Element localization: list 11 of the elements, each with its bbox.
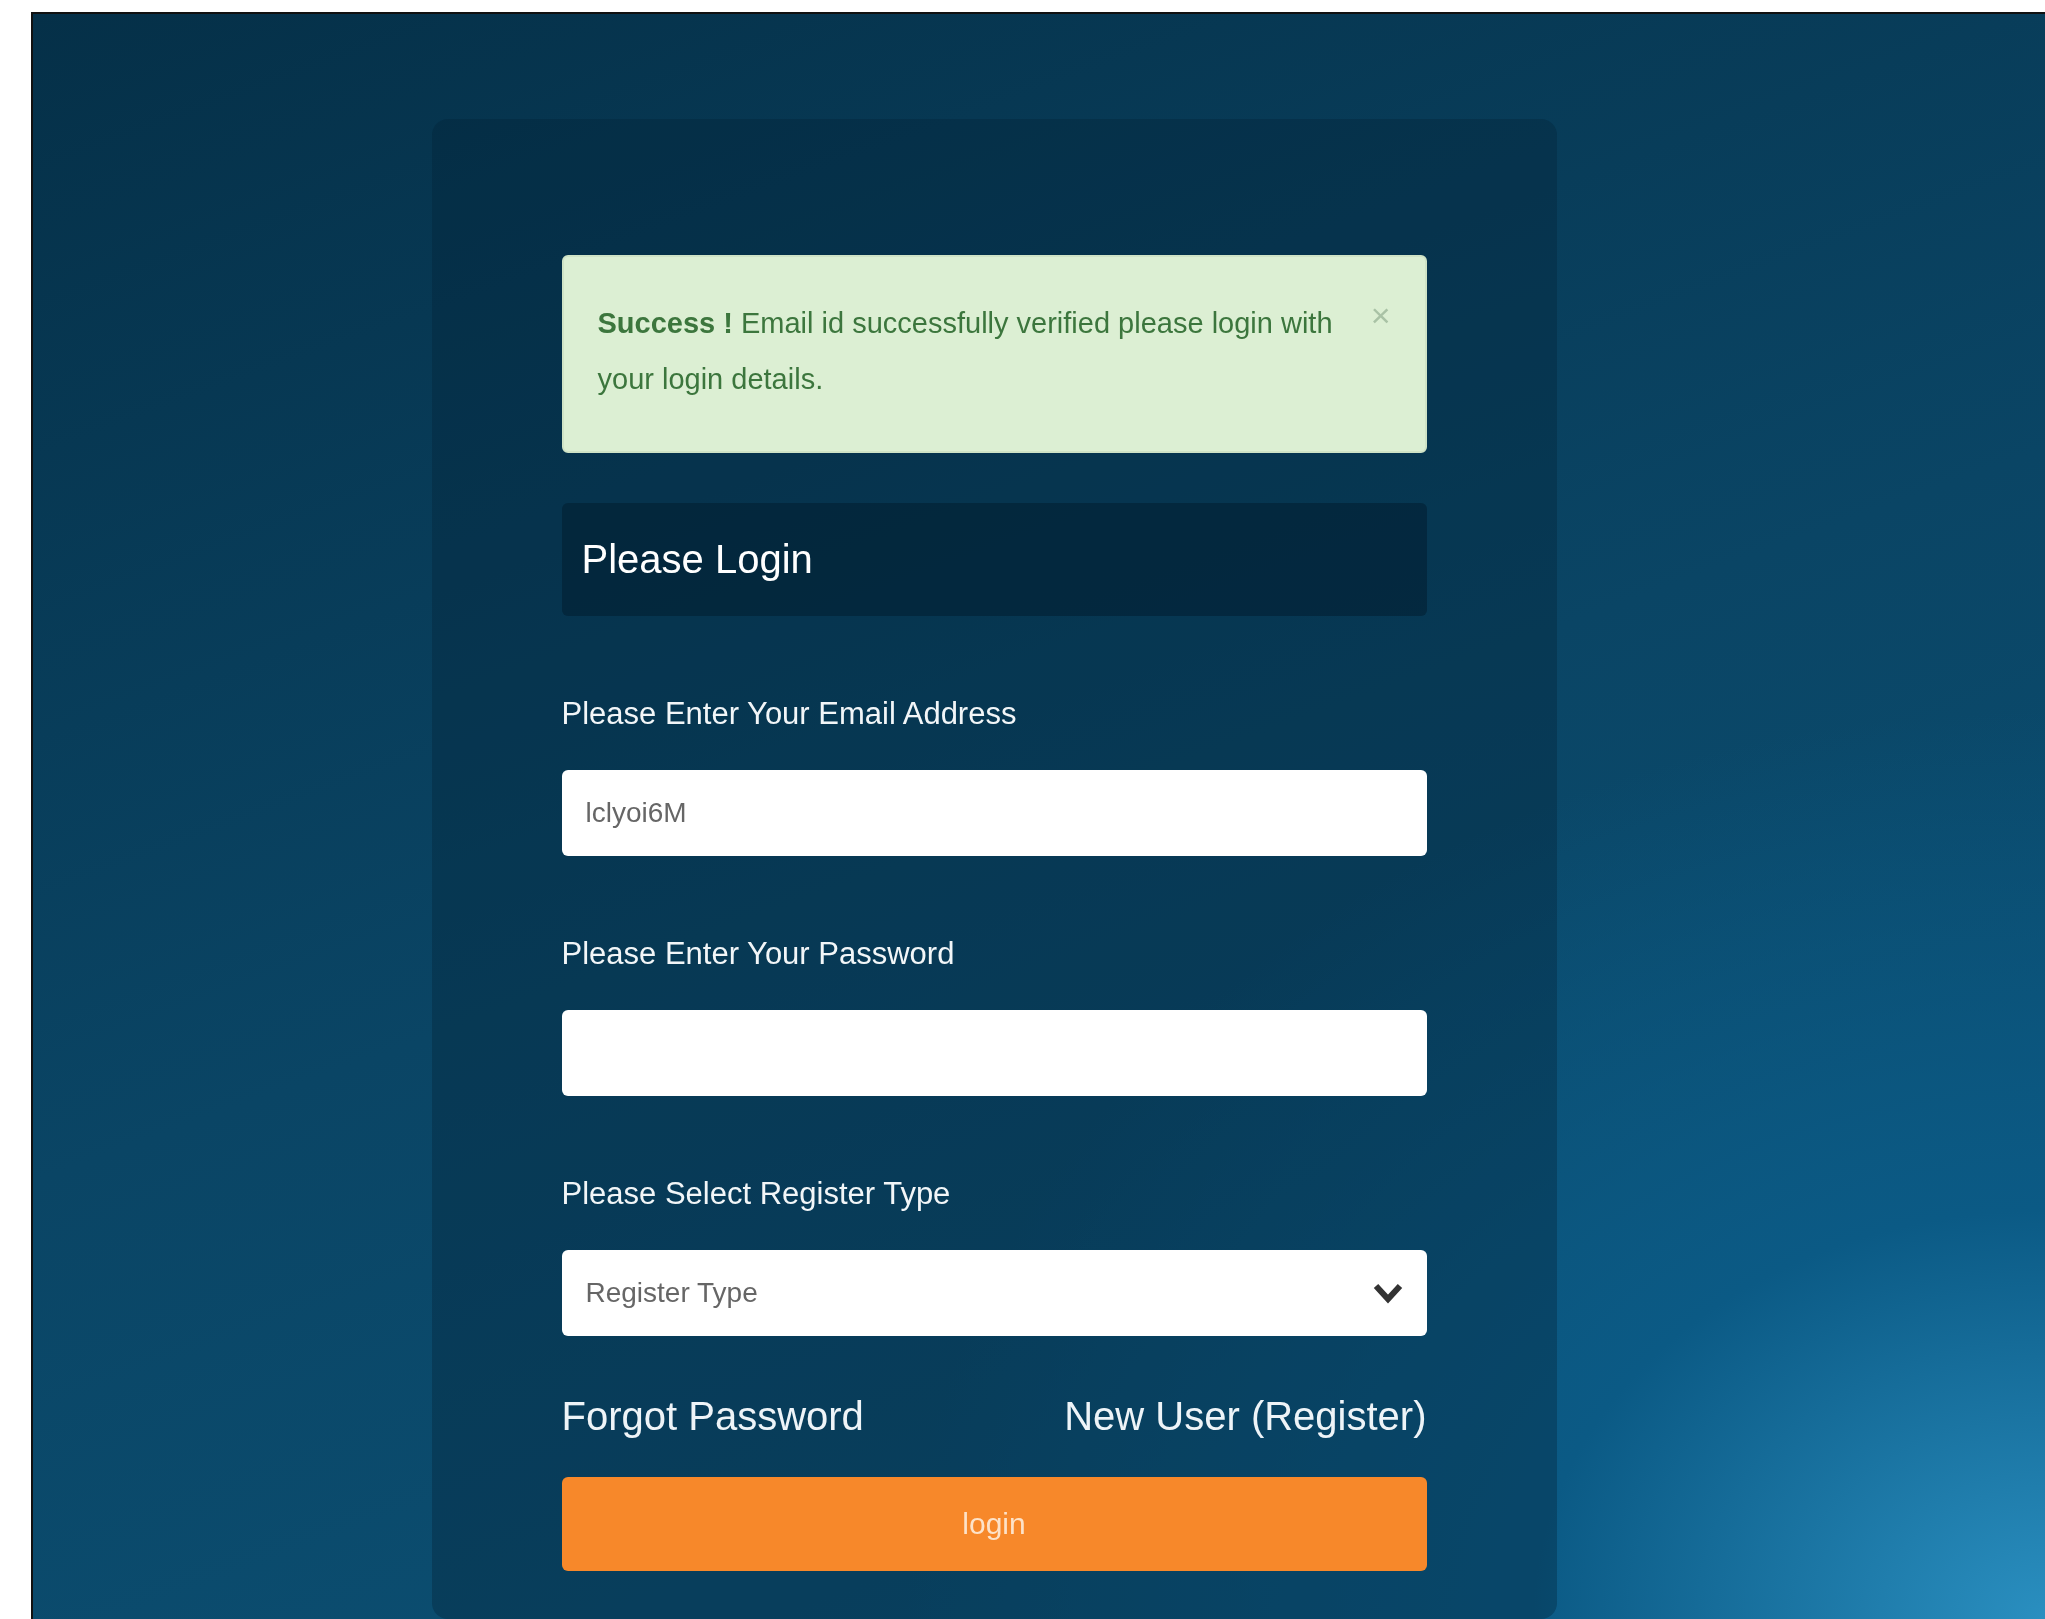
email-field[interactable]: lclyoi6M [561,770,1427,856]
alert-message: Success ! Email id successfully verified please login with your login details. [597,306,1334,397]
field-label: Please Enter Your Email Address [561,696,1018,732]
panel-heading: Please Login [561,503,1427,616]
forgot-password-link[interactable]: Forgot Password [561,1394,864,1439]
register-link[interactable]: New User (Register) [1064,1394,1427,1439]
register-type-select[interactable]: Register Type [561,1250,1427,1336]
field-label: Please Select Register Type [561,1176,952,1212]
chevron-down-icon [1372,1282,1403,1304]
field-label: Please Enter Your Password [561,936,956,972]
password-field[interactable] [561,1010,1427,1096]
